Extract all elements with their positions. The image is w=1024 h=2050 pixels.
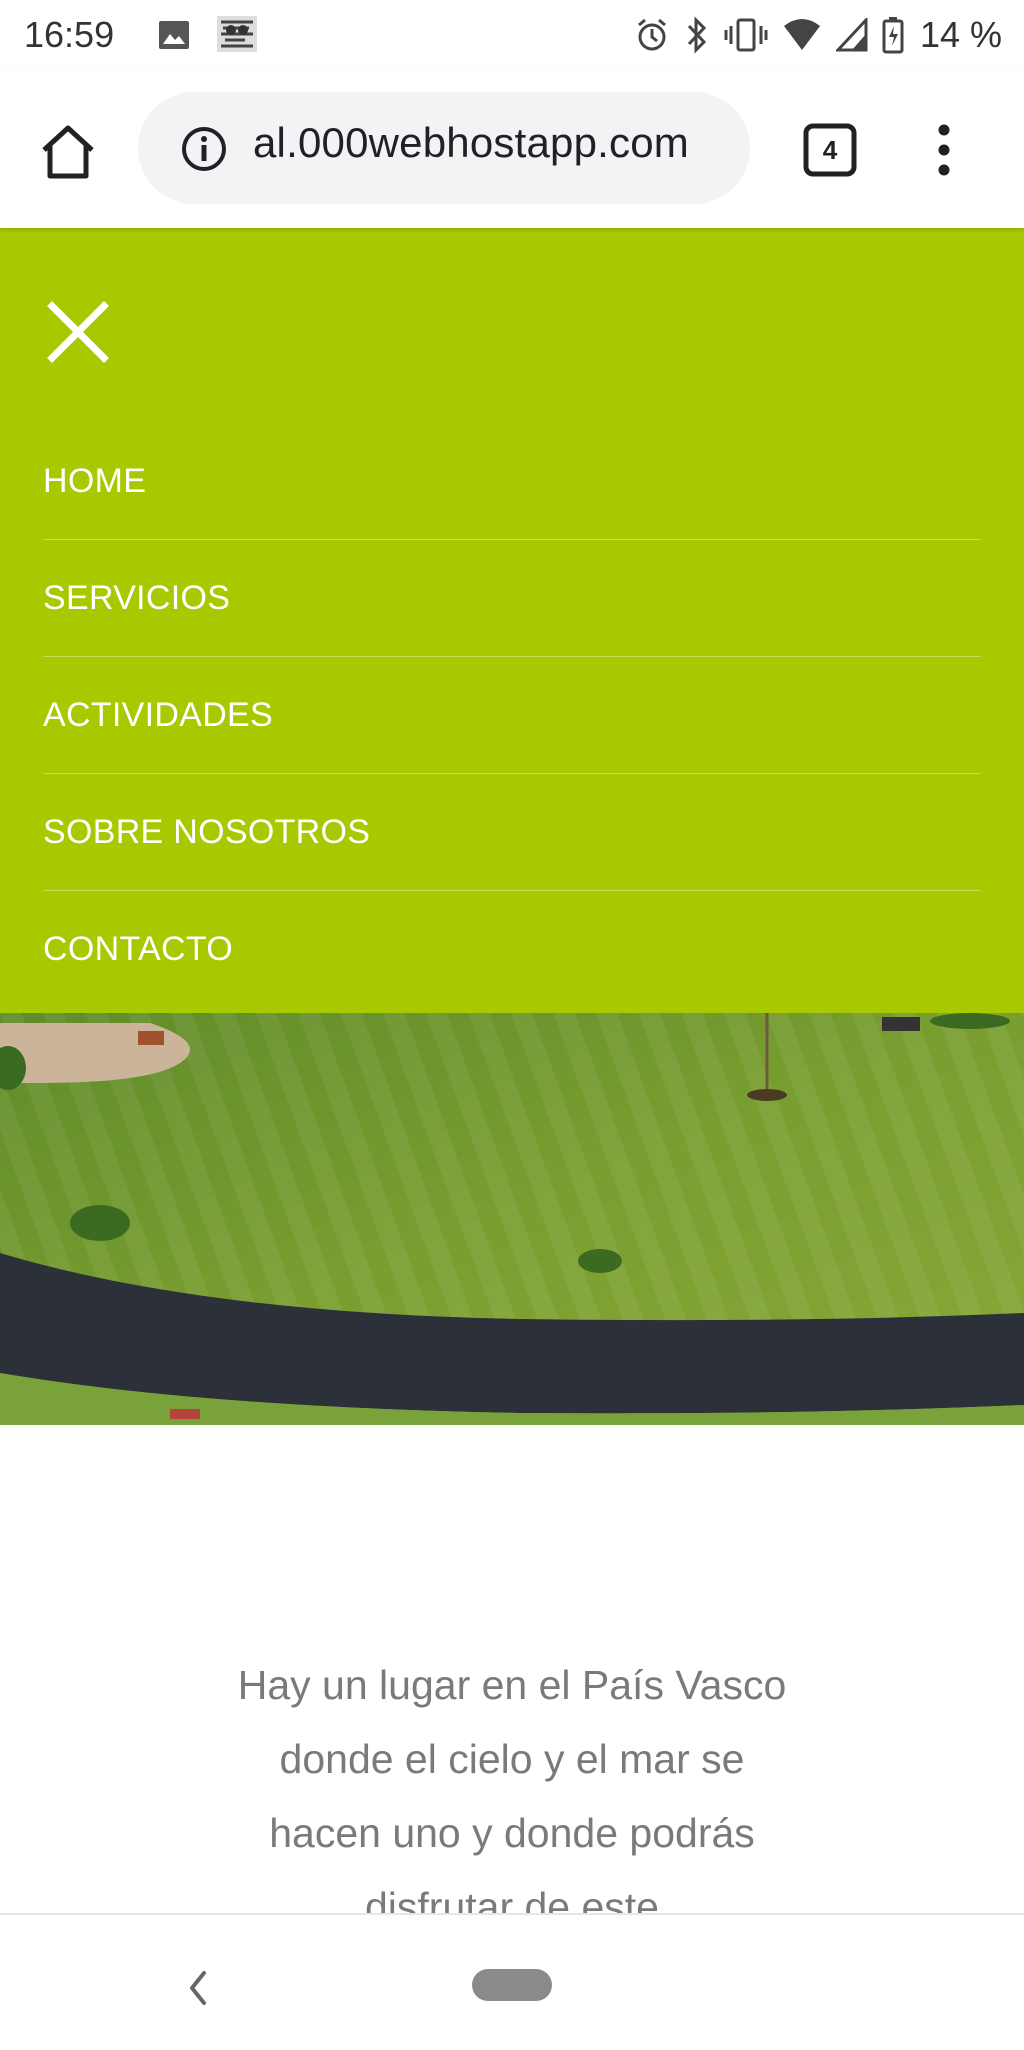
address-bar[interactable]: al.000webhostapp.com: [138, 92, 750, 204]
status-time: 16:59: [24, 14, 115, 55]
more-vert-icon[interactable]: [918, 122, 970, 178]
close-icon[interactable]: [46, 300, 110, 364]
intro-section: Hay un lugar en el País Vasco donde el c…: [0, 1600, 1024, 1913]
home-gesture-pill[interactable]: [472, 1969, 552, 2001]
home-icon[interactable]: [36, 120, 100, 184]
app-notification-icon: [217, 16, 257, 52]
nav-list: HOME SERVICIOS ACTIVIDADES SOBRE NOSOTRO…: [43, 423, 981, 1007]
alarm-icon: [637, 18, 666, 51]
nav-item-servicios[interactable]: SERVICIOS: [43, 540, 981, 657]
nav-item-actividades[interactable]: ACTIVIDADES: [43, 657, 981, 774]
bluetooth-icon: [687, 16, 707, 54]
hero-image: [0, 1013, 1024, 1425]
nav-item-contacto[interactable]: CONTACTO: [43, 891, 981, 1007]
status-bar: 16:59 14 %: [0, 0, 1024, 70]
vibrate-icon: [724, 18, 768, 52]
intro-text: Hay un lugar en el País Vasco donde el c…: [237, 1662, 787, 1913]
back-icon[interactable]: [180, 1965, 214, 2011]
nav-item-home[interactable]: HOME: [43, 423, 981, 540]
nav-item-sobre-nosotros[interactable]: SOBRE NOSOTROS: [43, 774, 981, 891]
tabs-button[interactable]: 4: [802, 122, 858, 178]
battery-charging-icon: [882, 17, 904, 54]
signal-icon: [835, 18, 868, 52]
battery-percent: 14 %: [919, 14, 1002, 55]
url-text[interactable]: al.000webhostapp.com: [253, 119, 689, 167]
system-navigation-bar: [0, 1913, 1024, 2050]
nav-menu: HOME SERVICIOS ACTIVIDADES SOBRE NOSOTRO…: [0, 228, 1024, 1013]
info-icon[interactable]: [180, 125, 228, 173]
status-icons: 14 %: [634, 12, 1002, 58]
tab-count: 4: [822, 134, 838, 165]
browser-toolbar: al.000webhostapp.com 4: [0, 70, 1024, 228]
image-icon: [159, 21, 189, 49]
wifi-icon: [783, 19, 820, 50]
